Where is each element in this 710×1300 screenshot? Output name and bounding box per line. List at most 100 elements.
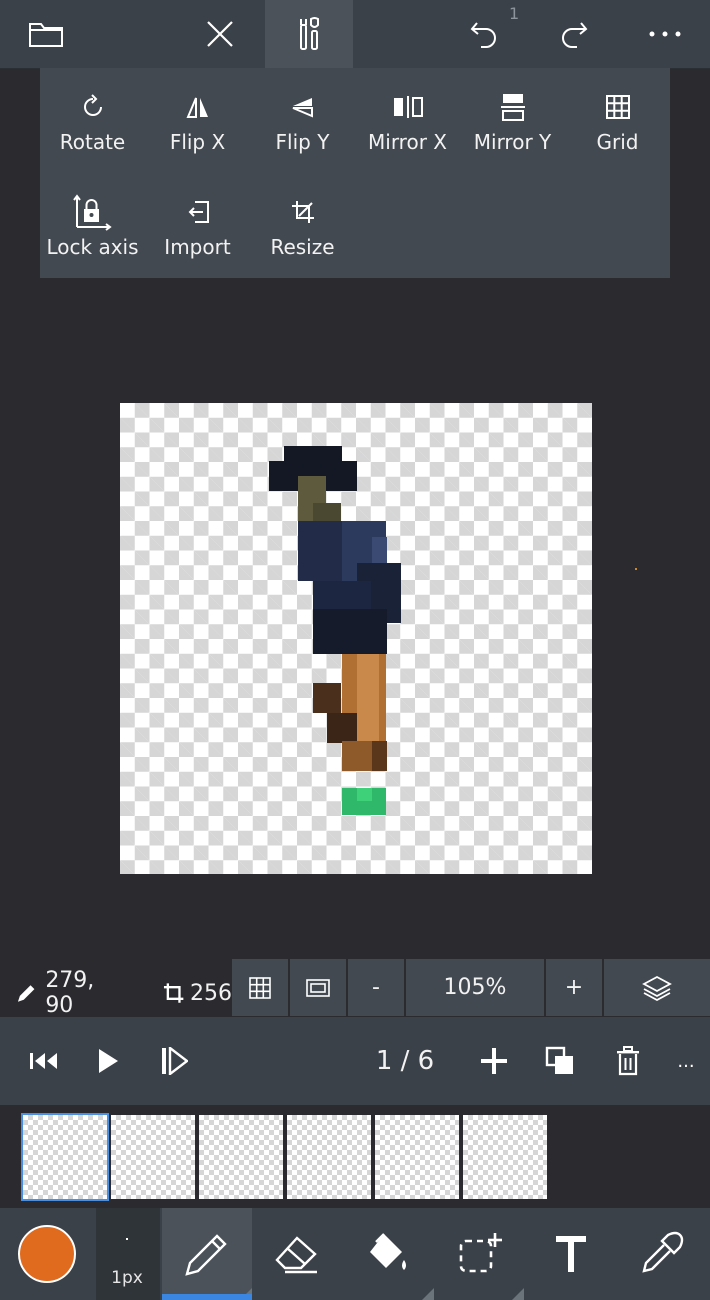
brush-size-dot — [126, 1238, 128, 1240]
eraser-tool-button[interactable] — [254, 1208, 340, 1300]
frame-thumbnail-6[interactable] — [463, 1115, 547, 1199]
pencil-icon — [185, 1234, 227, 1276]
duplicate-icon — [545, 1046, 573, 1074]
mirror-y-label: Mirror Y — [473, 130, 552, 154]
undo-icon — [470, 22, 496, 48]
tool-options-indicator — [240, 1288, 252, 1300]
rotate-button[interactable]: Rotate — [40, 68, 145, 173]
next-frame-button[interactable] — [144, 1017, 204, 1105]
play-button[interactable] — [80, 1017, 136, 1105]
delete-frame-button[interactable] — [598, 1017, 658, 1105]
cursor-coords-text: 279, 90 — [45, 968, 95, 1018]
selection-tool-button[interactable] — [436, 1208, 524, 1300]
first-frame-button[interactable] — [14, 1017, 74, 1105]
resize-button[interactable]: Resize — [250, 173, 355, 278]
frame-view-icon — [306, 978, 330, 997]
tools-panel: Rotate Flip X Flip Y Mirror X Mirror Y G… — [40, 68, 670, 278]
frame-thumbnail-3[interactable] — [199, 1115, 283, 1199]
text-tool-button[interactable] — [528, 1208, 614, 1300]
add-frame-button[interactable] — [464, 1017, 524, 1105]
tool-options-indicator — [512, 1288, 524, 1300]
stray-pixel — [635, 568, 637, 570]
flip-x-label: Flip X — [169, 130, 226, 154]
fill-tool-button[interactable] — [342, 1208, 434, 1300]
mirror-y-icon — [500, 94, 525, 121]
frame-thumbnail-1[interactable] — [21, 1113, 109, 1201]
mirror-y-button[interactable]: Mirror Y — [460, 68, 565, 173]
flip-x-icon — [185, 97, 208, 118]
pencil-tool-button[interactable] — [162, 1208, 252, 1300]
plus-icon — [481, 1048, 507, 1074]
more-options-button[interactable] — [620, 0, 710, 68]
trash-icon — [617, 1046, 639, 1076]
import-button[interactable]: Import — [145, 173, 250, 278]
flip-y-label: Flip Y — [275, 130, 330, 154]
zoom-out-button[interactable]: - — [348, 959, 404, 1016]
crop-icon — [291, 201, 314, 223]
frame-thumbnail-4[interactable] — [287, 1115, 371, 1199]
flip-y-button[interactable]: Flip Y — [250, 68, 355, 173]
lock-axis-label: Lock axis — [46, 235, 139, 259]
skip-back-icon — [30, 1053, 57, 1069]
flip-x-button[interactable]: Flip X — [145, 68, 250, 173]
import-label: Import — [164, 235, 231, 259]
frame-thumbnail-5[interactable] — [375, 1115, 459, 1199]
mirror-x-label: Mirror X — [368, 130, 447, 154]
paint-bucket-icon — [370, 1233, 406, 1270]
redo-icon — [562, 22, 588, 48]
rotate-icon — [83, 94, 102, 116]
layers-icon — [642, 975, 672, 1001]
undo-count-badge: 1 — [509, 4, 520, 23]
open-file-button[interactable] — [0, 0, 92, 68]
eraser-icon — [275, 1236, 317, 1274]
brush-size-label: 1px — [111, 1268, 143, 1288]
frame-counter: 1 / 6 — [375, 1046, 435, 1076]
selection-icon — [459, 1233, 502, 1273]
color-picker-button[interactable] — [0, 1208, 94, 1300]
tools-icon — [300, 17, 319, 50]
pencil-small-icon — [17, 985, 35, 1002]
grid-button[interactable]: Grid — [565, 68, 670, 173]
mirror-x-icon — [393, 96, 423, 118]
grid-small-icon — [249, 976, 271, 999]
more-icon — [649, 31, 681, 37]
tools-menu-button[interactable] — [265, 0, 353, 68]
duplicate-frame-button[interactable] — [530, 1017, 590, 1105]
fit-screen-button[interactable] — [290, 959, 346, 1016]
grid-label: Grid — [596, 130, 639, 154]
step-forward-icon — [162, 1047, 188, 1075]
eyedropper-icon — [642, 1231, 684, 1273]
zoom-level[interactable]: 105% — [406, 959, 544, 1016]
rotate-label: Rotate — [59, 130, 126, 154]
top-toolbar: 1 — [0, 0, 710, 69]
play-icon — [99, 1049, 118, 1073]
frame-thumbnail-2[interactable] — [111, 1115, 195, 1199]
animation-more-button[interactable]: ... — [668, 1017, 704, 1105]
primary-color-swatch — [18, 1225, 76, 1283]
pixel-sprite-character — [269, 446, 401, 815]
flip-y-icon — [292, 98, 313, 118]
canvas-size-text: 256 — [190, 980, 232, 1006]
close-button[interactable] — [176, 0, 264, 68]
layers-button[interactable] — [604, 959, 710, 1016]
zoom-in-button[interactable]: + — [546, 959, 602, 1016]
crop-small-icon — [163, 983, 184, 1003]
redo-button[interactable] — [530, 0, 618, 68]
close-icon — [207, 21, 233, 47]
cursor-coordinates: 279, 90 256 — [0, 968, 232, 1018]
import-icon — [188, 201, 209, 223]
text-icon — [556, 1236, 586, 1272]
grid-icon — [605, 95, 630, 119]
drawing-tools-bar: 1px — [0, 1208, 710, 1300]
animation-toolbar: ... — [0, 1017, 710, 1105]
drawing-canvas[interactable] — [120, 403, 592, 874]
eyedropper-tool-button[interactable] — [616, 1208, 706, 1300]
tool-options-indicator — [422, 1288, 434, 1300]
lock-axis-button[interactable]: Lock axis — [40, 173, 145, 278]
mirror-x-button[interactable]: Mirror X — [355, 68, 460, 173]
brush-size-button[interactable]: 1px — [96, 1208, 160, 1300]
pixel-grid-toggle[interactable] — [232, 959, 288, 1016]
folder-icon — [29, 23, 63, 47]
resize-label: Resize — [270, 235, 335, 259]
lock-axis-icon — [72, 194, 112, 231]
